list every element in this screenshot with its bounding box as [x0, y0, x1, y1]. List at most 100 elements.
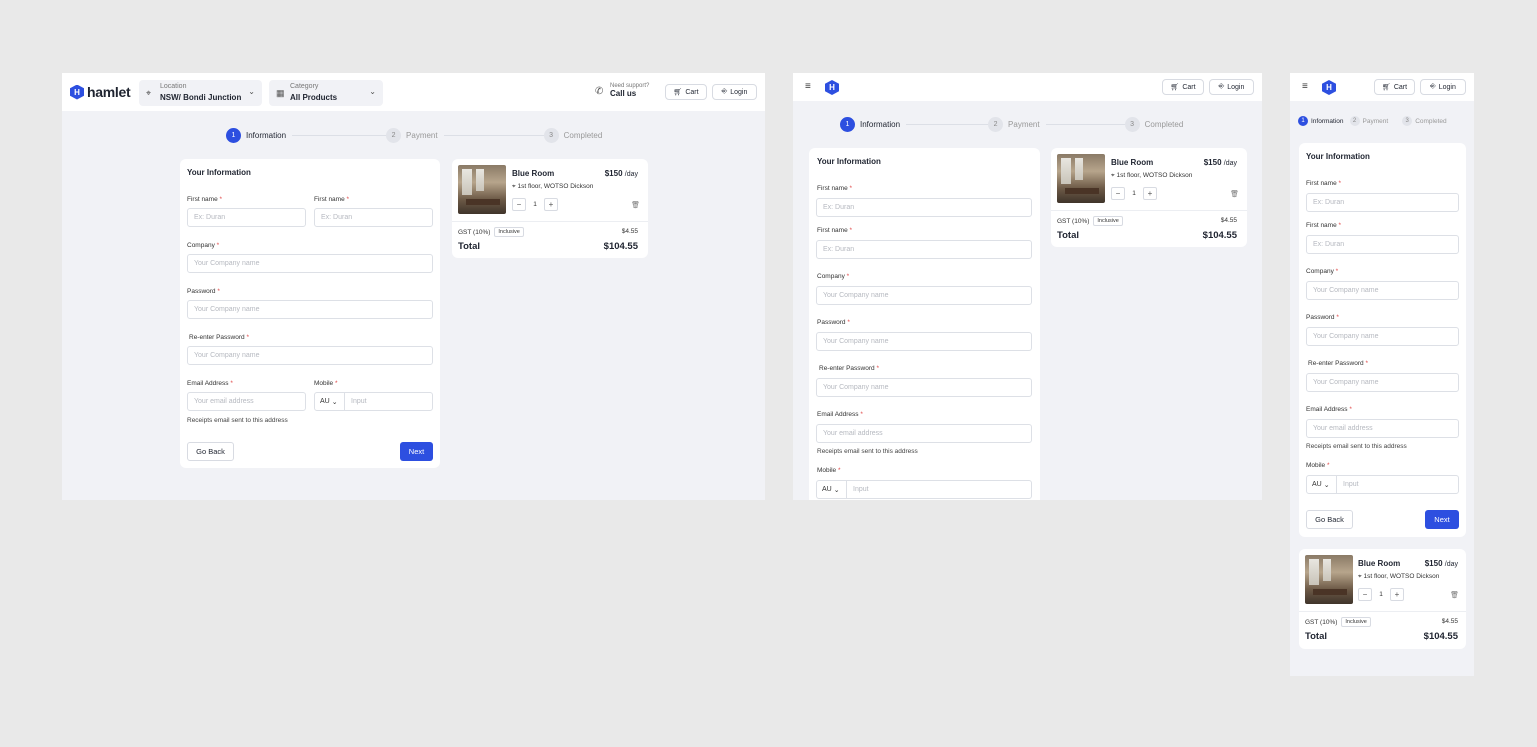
mobile-label: Mobile *	[314, 380, 338, 387]
mobile-input[interactable]: AU ⌄ Input	[314, 392, 433, 411]
login-button[interactable]: ⎆ Login	[1209, 79, 1254, 95]
step-information[interactable]: 1 Information	[840, 117, 900, 132]
cart-button[interactable]: 🛒︎ Cart	[665, 84, 707, 100]
phone-icon: ✆	[595, 86, 604, 97]
price-unit: /day	[1223, 160, 1237, 167]
go-back-button[interactable]: Go Back	[1306, 510, 1353, 529]
reenter-password-input[interactable]: Your Company name	[816, 378, 1032, 397]
menu-icon[interactable]: ≡	[805, 81, 811, 92]
step-number: 1	[840, 117, 855, 132]
first-name-input-2[interactable]: Ex: Duran	[314, 208, 433, 227]
top-header: H hamlet ⌖ Location NSW/ Bondi Junction …	[62, 73, 765, 111]
form-title: Your Information	[187, 168, 251, 177]
plus-button[interactable]: +	[1390, 588, 1404, 601]
brand-logo[interactable]: H	[1322, 80, 1336, 95]
brand-logo[interactable]: H hamlet	[70, 84, 131, 100]
password-input[interactable]: Your Company name	[1306, 327, 1459, 346]
price-unit: /day	[624, 171, 638, 178]
first-name-input[interactable]: Ex: Duran	[187, 208, 306, 227]
brand-logo[interactable]: H	[825, 80, 839, 95]
first-name-label-text: First name	[187, 196, 218, 203]
divider	[1051, 210, 1247, 211]
step-information[interactable]: 1 Information	[226, 128, 286, 143]
plus-button[interactable]: +	[1143, 187, 1157, 200]
step-number: 3	[1124, 117, 1140, 132]
quantity-value: 1	[533, 201, 537, 208]
step-payment[interactable]: 2 Payment	[386, 128, 438, 143]
cart-button[interactable]: 🛒︎ Cart	[1162, 79, 1204, 95]
step-completed[interactable]: 3 Completed	[543, 128, 602, 143]
location-select[interactable]: ⌖ Location NSW/ Bondi Junction ⌄	[139, 80, 262, 106]
step-payment[interactable]: 2 Payment	[988, 117, 1040, 132]
password-input[interactable]: Your Company name	[816, 332, 1032, 351]
location-text: 1st floor, WOTSO Dickson	[1116, 172, 1193, 179]
plus-button[interactable]: +	[544, 198, 558, 211]
country-code-select[interactable]: AU ⌄	[1307, 475, 1337, 494]
next-button[interactable]: Next	[1425, 510, 1459, 529]
email-input[interactable]: Your email address	[816, 424, 1032, 443]
quantity-stepper: − 1 +	[1111, 187, 1157, 200]
gst-label: GST (10%)	[1057, 217, 1090, 225]
step-payment[interactable]: 2 Payment	[1349, 116, 1388, 126]
mobile-frame: ≡ H 🛒︎ Cart ⎆ Login 1 Information 2 Paymen…	[1290, 73, 1474, 676]
company-label: Company *	[817, 273, 849, 280]
step-completed[interactable]: 3 Completed	[1402, 116, 1447, 126]
email-label: Email Address *	[1306, 406, 1352, 413]
country-code-select[interactable]: AU ⌄	[315, 392, 345, 411]
login-button[interactable]: ⎆ Login	[1420, 79, 1466, 95]
step-completed[interactable]: 3 Completed	[1124, 117, 1184, 132]
desktop-frame: H hamlet ⌖ Location NSW/ Bondi Junction …	[62, 73, 765, 500]
go-back-button[interactable]: Go Back	[187, 442, 234, 461]
country-code-select[interactable]: AU ⌄	[817, 480, 847, 499]
required-mark: *	[837, 467, 841, 474]
cart-button[interactable]: 🛒︎ Cart	[1374, 79, 1415, 95]
total-label: Total	[458, 241, 480, 252]
company-input[interactable]: Your Company name	[187, 254, 433, 273]
minus-button[interactable]: −	[1111, 187, 1125, 200]
mobile-label-text: Mobile	[314, 380, 334, 387]
password-input[interactable]: Your Company name	[187, 300, 433, 319]
step-label: Information	[246, 131, 287, 140]
first-name-input-2[interactable]: Ex: Duran	[816, 240, 1032, 259]
first-name-input[interactable]: Ex: Duran	[1306, 193, 1459, 212]
trash-icon[interactable]: 🗑︎	[1230, 190, 1239, 198]
cart-summary: Blue Room $150 /day ⌖ 1st floor, WOTSO D…	[452, 159, 648, 258]
mobile-input[interactable]: AU ⌄ Input	[816, 480, 1032, 499]
login-button[interactable]: ⎆ Login	[712, 84, 757, 100]
minus-button[interactable]: −	[512, 198, 526, 211]
top-header: ≡ H 🛒︎ Cart ⎆ Login	[793, 73, 1262, 101]
cart-label: Cart	[1182, 83, 1196, 91]
category-select[interactable]: ▦ Category All Products ⌄	[269, 80, 383, 106]
reenter-password-input[interactable]: Your Company name	[187, 346, 433, 365]
menu-icon[interactable]: ≡	[1302, 81, 1308, 92]
required-mark: *	[1326, 462, 1330, 469]
email-input[interactable]: Your email address	[1306, 419, 1459, 438]
company-input[interactable]: Your Company name	[816, 286, 1032, 305]
email-input[interactable]: Your email address	[187, 392, 306, 411]
required-mark: *	[230, 380, 233, 387]
step-label: Completed	[1144, 120, 1184, 129]
country-code: AU	[320, 398, 330, 405]
company-input[interactable]: Your Company name	[1306, 281, 1459, 300]
cart-label: Cart	[1393, 83, 1408, 91]
required-mark: *	[219, 196, 223, 203]
step-label: Information	[860, 120, 901, 129]
inclusive-badge: Inclusive	[1341, 617, 1371, 627]
step-number: 3	[543, 128, 559, 143]
trash-icon[interactable]: 🗑︎	[631, 201, 640, 209]
tablet-frame: ≡ H 🛒︎ Cart ⎆ Login 1 Information 2 Paymen…	[793, 73, 1262, 500]
trash-icon[interactable]: 🗑︎	[1450, 591, 1459, 599]
quantity-value: 1	[1132, 190, 1136, 197]
grid-icon: ▦	[276, 88, 285, 98]
first-name-input-2[interactable]: Ex: Duran	[1306, 235, 1459, 254]
hexagon-logo-icon: H	[1322, 80, 1336, 95]
reenter-password-input[interactable]: Your Company name	[1306, 373, 1459, 392]
reenter-password-label: Re-enter Password *	[1308, 360, 1368, 367]
step-information[interactable]: 1 Information	[1298, 116, 1344, 126]
required-mark: *	[849, 185, 853, 192]
next-button[interactable]: Next	[400, 442, 433, 461]
first-name-input[interactable]: Ex: Duran	[816, 198, 1032, 217]
mobile-input[interactable]: AU ⌄ Input	[1306, 475, 1459, 494]
minus-button[interactable]: −	[1358, 588, 1372, 601]
support-link[interactable]: Need support? Call us	[610, 83, 649, 98]
